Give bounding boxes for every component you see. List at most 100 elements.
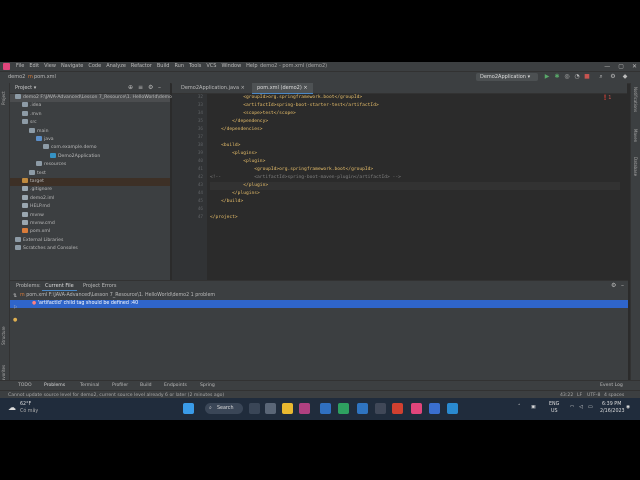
breadcrumb-file[interactable]: pom.xml bbox=[34, 74, 56, 81]
tray-app-icon[interactable]: ▣ bbox=[531, 405, 536, 410]
window-app-icon[interactable] bbox=[375, 403, 386, 414]
store-icon[interactable] bbox=[429, 403, 440, 414]
chrome-dev-icon[interactable] bbox=[338, 403, 349, 414]
locate-icon[interactable]: ⊕ bbox=[128, 84, 133, 91]
intellij-taskbar-icon[interactable] bbox=[411, 403, 422, 414]
tree-item[interactable]: mvnw bbox=[10, 211, 170, 220]
tree-item[interactable]: target bbox=[10, 178, 170, 186]
task-view-icon[interactable] bbox=[265, 403, 276, 414]
project-view-select[interactable]: Project ▾ bbox=[15, 85, 36, 91]
tray-chevron-icon[interactable]: ˄ bbox=[518, 405, 520, 410]
menu-help[interactable]: Help bbox=[246, 63, 257, 70]
menu-run[interactable]: Run bbox=[174, 63, 184, 70]
menu-window[interactable]: Window bbox=[221, 63, 241, 70]
database-tool-tab[interactable]: Database bbox=[633, 157, 638, 176]
maximize-button[interactable]: ▢ bbox=[618, 63, 624, 70]
gear-icon[interactable]: ⚙ bbox=[148, 84, 153, 91]
menu-file[interactable]: File bbox=[16, 63, 24, 70]
minimize-button[interactable]: — bbox=[604, 63, 610, 70]
tree-item[interactable]: pom.xml bbox=[10, 228, 170, 236]
endpoints-tool-button[interactable]: Endpoints bbox=[164, 382, 187, 390]
tree-item[interactable]: External Libraries bbox=[10, 236, 170, 245]
language-indicator[interactable]: ENG bbox=[549, 402, 559, 407]
notification-icon[interactable]: ◉ bbox=[626, 405, 630, 410]
tree-item[interactable]: .idea bbox=[10, 102, 170, 110]
weather-desc[interactable]: Có mây bbox=[20, 409, 38, 414]
tab-demo2application[interactable]: Demo2Application.java × bbox=[176, 83, 250, 93]
filter-icon[interactable]: ⚐ bbox=[13, 305, 17, 311]
structure-tool-tab[interactable]: Structure bbox=[1, 326, 6, 345]
camera-app-icon[interactable] bbox=[249, 403, 260, 414]
ide-logo-icon[interactable]: ◆ bbox=[622, 74, 628, 80]
vscode-icon[interactable] bbox=[357, 403, 368, 414]
telegram-icon[interactable] bbox=[447, 403, 458, 414]
edge-icon[interactable] bbox=[320, 403, 331, 414]
collapse-all-icon[interactable]: ≡ bbox=[138, 84, 143, 91]
tab-pom-xml[interactable]: pom.xml (demo2) × bbox=[252, 83, 313, 94]
weather-temp[interactable]: 62°F bbox=[20, 402, 31, 407]
hide-panel-icon[interactable]: – bbox=[158, 84, 161, 91]
tree-item[interactable]: demo2 F:\JAVA-Advanced\Lesson 7_Resource… bbox=[10, 94, 175, 102]
event-log-button[interactable]: Event Log bbox=[600, 382, 623, 390]
error-count-icon[interactable]: ❗1 bbox=[602, 95, 611, 101]
menu-vcs[interactable]: VCS bbox=[206, 63, 216, 70]
tree-item[interactable]: java bbox=[10, 136, 170, 144]
menu-refactor[interactable]: Refactor bbox=[131, 63, 152, 70]
tree-item[interactable]: src bbox=[10, 119, 170, 127]
run-icon[interactable]: ▶ bbox=[544, 74, 550, 80]
tree-item[interactable]: .mvn bbox=[10, 110, 170, 119]
debug-icon[interactable]: ✱ bbox=[554, 74, 560, 80]
volume-icon[interactable]: ◁ bbox=[579, 405, 583, 410]
chrome-icon[interactable] bbox=[392, 403, 403, 414]
expand-icon[interactable]: ⇅ bbox=[13, 293, 17, 299]
tree-item[interactable]: test bbox=[10, 169, 170, 178]
clock-date[interactable]: 2/16/2023 bbox=[600, 409, 625, 414]
tab-project-errors[interactable]: Project Errors bbox=[80, 282, 120, 290]
search-everywhere-icon[interactable]: ⌕ bbox=[598, 74, 604, 80]
file-explorer-icon[interactable] bbox=[282, 403, 293, 414]
start-menu-icon[interactable] bbox=[183, 403, 194, 414]
coverage-icon[interactable]: ◎ bbox=[564, 74, 570, 80]
bulb-icon[interactable]: ● bbox=[13, 317, 17, 323]
wifi-icon[interactable]: ◠ bbox=[570, 405, 574, 410]
problem-file-row[interactable]: m pom.xml F:\JAVA-Advanced\Lesson 7_Reso… bbox=[10, 292, 628, 300]
todo-tool-button[interactable]: TODO bbox=[18, 382, 32, 390]
menu-tools[interactable]: Tools bbox=[189, 63, 201, 70]
menu-code[interactable]: Code bbox=[88, 63, 101, 70]
close-button[interactable]: ✕ bbox=[632, 63, 637, 70]
menu-build[interactable]: Build bbox=[157, 63, 170, 70]
tab-current-file[interactable]: Current File bbox=[42, 282, 77, 291]
problem-error-row[interactable]: ● 'artifactId' child tag should be defin… bbox=[10, 300, 628, 308]
tree-item[interactable]: .gitignore bbox=[10, 186, 170, 194]
project-tool-tab[interactable]: Project bbox=[1, 91, 6, 105]
problems-tool-button[interactable]: Problems bbox=[44, 382, 65, 390]
tree-item[interactable]: main bbox=[10, 127, 170, 136]
tree-item[interactable]: resources bbox=[10, 161, 170, 169]
clock-time[interactable]: 6:39 PM bbox=[602, 402, 621, 407]
terminal-tool-button[interactable]: Terminal bbox=[80, 382, 99, 390]
menu-edit[interactable]: Edit bbox=[29, 63, 39, 70]
taskbar-search[interactable]: ⌕ Search bbox=[205, 403, 243, 414]
maven-tool-tab[interactable]: Maven bbox=[633, 129, 638, 142]
notifications-tool-tab[interactable]: Notifications bbox=[633, 87, 638, 112]
settings-icon[interactable]: ⚙ bbox=[610, 74, 616, 80]
tree-item[interactable]: com.example.demo bbox=[10, 144, 170, 152]
menu-navigate[interactable]: Navigate bbox=[61, 63, 83, 70]
profiler-tool-button[interactable]: Profiler bbox=[112, 382, 128, 390]
breadcrumb-project[interactable]: demo2 bbox=[8, 74, 25, 81]
tree-item[interactable]: Demo2Application bbox=[10, 152, 170, 161]
build-tool-button[interactable]: Build bbox=[140, 382, 152, 390]
tree-item[interactable]: demo2.iml bbox=[10, 194, 170, 203]
spring-tool-button[interactable]: Spring bbox=[200, 382, 215, 390]
menu-analyze[interactable]: Analyze bbox=[106, 63, 126, 70]
battery-icon[interactable]: ▭ bbox=[588, 405, 593, 410]
tree-item[interactable]: Scratches and Consoles bbox=[10, 245, 170, 253]
region-indicator[interactable]: US bbox=[551, 409, 558, 414]
photos-icon[interactable] bbox=[299, 403, 310, 414]
profile-icon[interactable]: ◔ bbox=[574, 74, 580, 80]
stop-icon[interactable]: ■ bbox=[584, 74, 590, 80]
tree-item[interactable]: mvnw.cmd bbox=[10, 220, 170, 228]
run-configuration-select[interactable]: Demo2Application ▾ bbox=[476, 73, 538, 81]
menu-view[interactable]: View bbox=[44, 63, 56, 70]
hide-panel-icon[interactable]: – bbox=[618, 282, 627, 290]
